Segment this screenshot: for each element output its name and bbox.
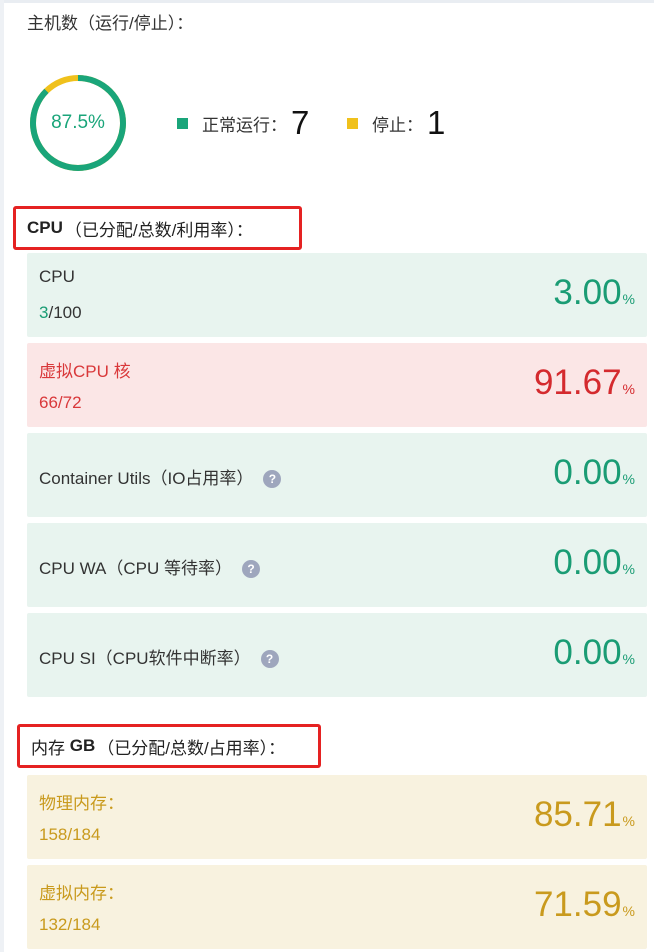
- vcpu-card: 虚拟CPU 核 66/72 91.67%: [27, 343, 647, 427]
- percent-value: 71.59: [533, 885, 622, 924]
- card-name-text: CPU WA（CPU 等待率）: [39, 559, 232, 578]
- host-status-donut: 87.5%: [28, 73, 128, 173]
- card-percent: 0.00%: [553, 541, 635, 591]
- percent-unit: %: [622, 291, 635, 307]
- card-name-text: CPU SI（CPU软件中断率）: [39, 649, 251, 668]
- card-percent: 71.59%: [534, 883, 635, 933]
- help-icon[interactable]: ?: [263, 470, 282, 488]
- percent-unit: %: [622, 651, 635, 667]
- running-count: 7: [291, 104, 310, 141]
- total-value: /100: [48, 303, 82, 322]
- stopped-label: 停止：: [372, 115, 423, 135]
- percent-unit: %: [622, 381, 635, 397]
- card-allocation: 3/100: [39, 303, 82, 323]
- percent-value: 0.00: [553, 453, 622, 492]
- card-name: Container Utils（IO占用率）?: [39, 464, 282, 489]
- card-name: CPU: [39, 267, 75, 286]
- card-name: CPU SI（CPU软件中断率）?: [39, 644, 279, 669]
- card-allocation: 66/72: [39, 393, 82, 412]
- card-percent: 0.00%: [553, 451, 635, 501]
- stopped-swatch: [347, 117, 358, 129]
- card-percent: 85.71%: [534, 793, 635, 843]
- running-swatch: [177, 117, 188, 129]
- percent-value: 3.00: [553, 273, 622, 312]
- memory-section-title: 内存 GB （已分配/总数/占用率）：: [17, 724, 321, 768]
- stopped-count: 1: [427, 104, 446, 141]
- percent-unit: %: [622, 903, 635, 919]
- percent-value: 0.00: [553, 633, 622, 672]
- container-utils-card: Container Utils（IO占用率）? 0.00%: [27, 433, 647, 517]
- donut-percent: 87.5%: [51, 112, 105, 133]
- cpu-section-title: CPU （已分配/总数/利用率）：: [13, 206, 302, 250]
- hosts-title: 主机数（运行/停止）：: [27, 14, 194, 33]
- memory-title-rest: （已分配/总数/占用率）：: [97, 738, 286, 758]
- card-allocation: 132/184: [39, 915, 101, 934]
- card-name-text: Container Utils（IO占用率）: [39, 469, 254, 488]
- percent-unit: %: [622, 471, 635, 487]
- left-divider: [0, 0, 4, 952]
- help-icon[interactable]: ?: [242, 560, 260, 578]
- cpu-title-rest: （已分配/总数/利用率）：: [64, 220, 253, 240]
- card-name: 虚拟CPU 核: [39, 362, 131, 381]
- legend-running: 正常运行： 7: [177, 103, 309, 143]
- cpu-si-card: CPU SI（CPU软件中断率）? 0.00%: [27, 613, 647, 697]
- cpu-card: CPU 3/100 3.00%: [27, 253, 647, 337]
- cpu-title-bold: CPU: [27, 218, 63, 237]
- running-label: 正常运行：: [202, 115, 287, 135]
- cpu-wa-card: CPU WA（CPU 等待率）? 0.00%: [27, 523, 647, 607]
- percent-unit: %: [622, 561, 635, 577]
- virtual-memory-card: 虚拟内存： 132/184 71.59%: [27, 865, 647, 949]
- percent-value: 85.71: [533, 795, 622, 834]
- card-name: 物理内存：: [39, 794, 124, 813]
- top-divider: [0, 0, 654, 3]
- card-name: 虚拟内存：: [39, 884, 124, 903]
- percent-value: 91.67: [533, 363, 622, 402]
- physical-memory-card: 物理内存： 158/184 85.71%: [27, 775, 647, 859]
- percent-value: 0.00: [553, 543, 622, 582]
- card-allocation: 158/184: [39, 825, 101, 844]
- card-percent: 3.00%: [553, 271, 635, 321]
- legend-stopped: 停止： 1: [347, 103, 445, 143]
- card-percent: 0.00%: [553, 631, 635, 681]
- percent-unit: %: [622, 813, 635, 829]
- memory-title-bold: GB: [69, 736, 96, 755]
- card-percent: 91.67%: [534, 361, 635, 411]
- help-icon[interactable]: ?: [260, 650, 279, 668]
- memory-title-pre: 内存: [31, 738, 70, 758]
- card-name: CPU WA（CPU 等待率）?: [39, 554, 260, 579]
